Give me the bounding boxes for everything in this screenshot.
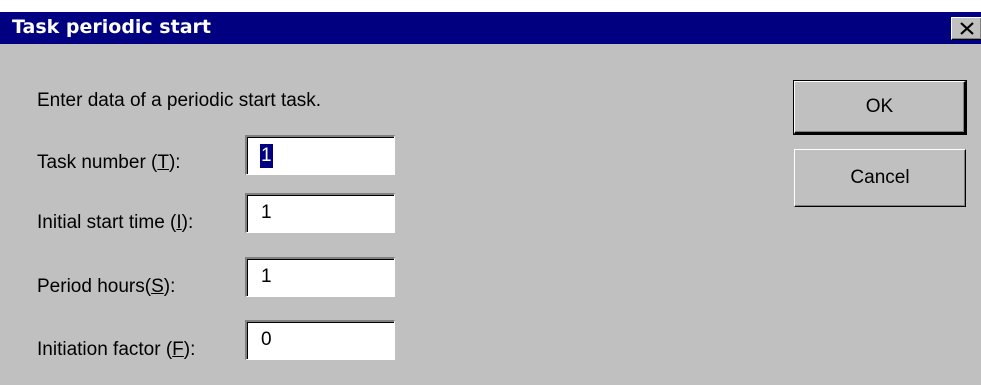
cancel-button[interactable]: Cancel: [794, 149, 966, 207]
close-button[interactable]: [951, 17, 981, 40]
initial-start-time-label: Initial start time (I):: [37, 212, 194, 233]
task-periodic-start-dialog: Task periodic start Enter data of a peri…: [0, 12, 981, 385]
task-number-field[interactable]: 1: [245, 135, 395, 175]
ok-button[interactable]: OK: [793, 80, 967, 135]
task-number-label: Task number (T):: [37, 152, 181, 173]
initiation-factor-field[interactable]: [245, 320, 395, 360]
initiation-factor-label: Initiation factor (F):: [37, 339, 196, 360]
title-bar[interactable]: Task periodic start: [0, 12, 981, 44]
instruction-text: Enter data of a periodic start task.: [37, 90, 322, 111]
period-hours-label: Period hours(S):: [37, 276, 176, 297]
initial-start-time-field[interactable]: [245, 193, 395, 233]
period-hours-input[interactable]: [261, 265, 381, 289]
close-icon: [960, 22, 974, 35]
dialog-title: Task periodic start: [12, 16, 211, 38]
period-hours-field[interactable]: [245, 257, 395, 297]
initiation-factor-input[interactable]: [261, 328, 381, 352]
task-number-value[interactable]: 1: [260, 144, 273, 168]
initial-start-time-input[interactable]: [261, 201, 381, 225]
